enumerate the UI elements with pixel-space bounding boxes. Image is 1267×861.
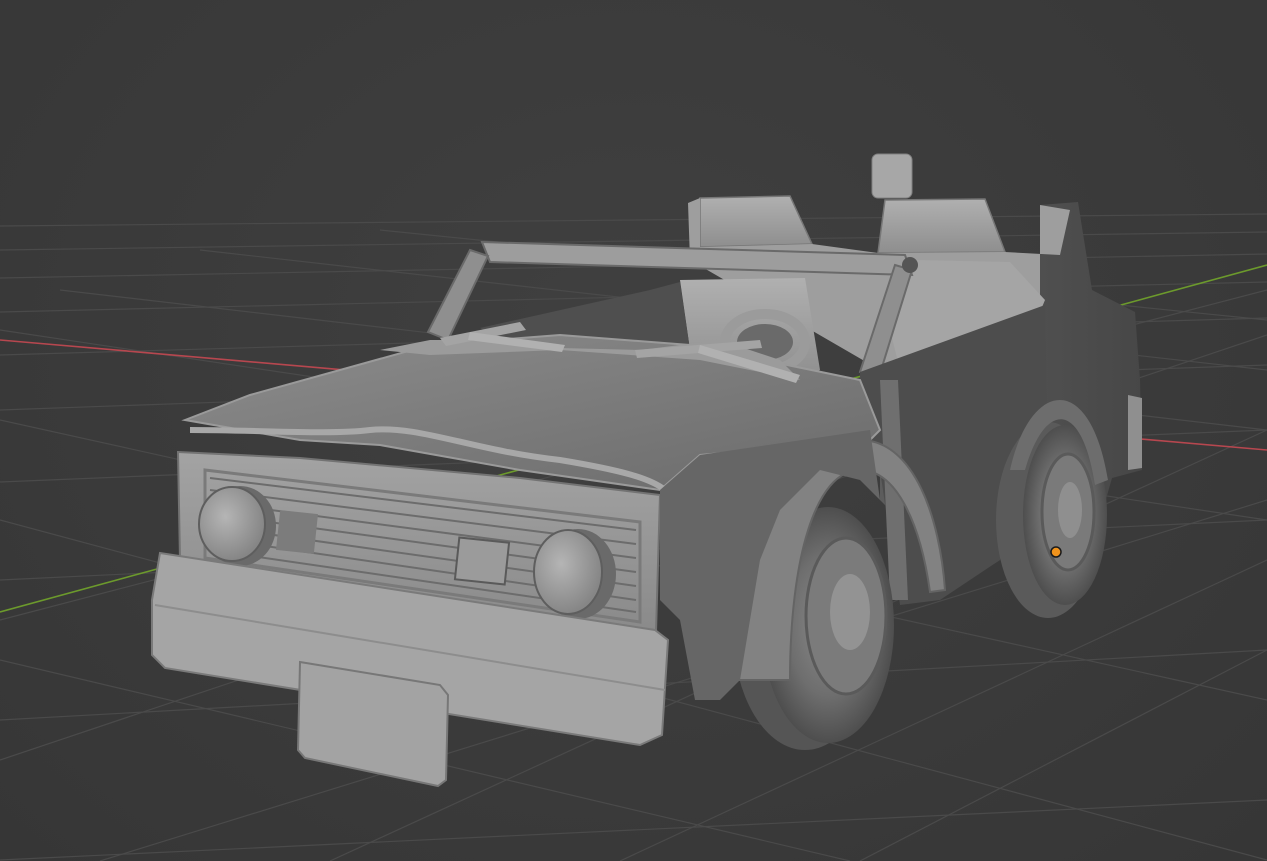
front-emblem-left (276, 510, 318, 554)
headlight-right (533, 529, 616, 619)
rear-headrest-right (877, 198, 1007, 254)
rear-headrest-left (699, 195, 814, 248)
3d-viewport[interactable] (0, 0, 1267, 861)
roof-antenna (871, 153, 913, 199)
roll-bar-left-post (426, 248, 490, 342)
front-emblem-right (453, 536, 511, 586)
object-origin-point[interactable] (1050, 546, 1062, 558)
car-rear-light (1128, 395, 1142, 470)
roll-bar-cap (902, 257, 918, 273)
car-model[interactable] (151, 153, 1142, 788)
viewport-canvas[interactable] (0, 0, 1267, 861)
